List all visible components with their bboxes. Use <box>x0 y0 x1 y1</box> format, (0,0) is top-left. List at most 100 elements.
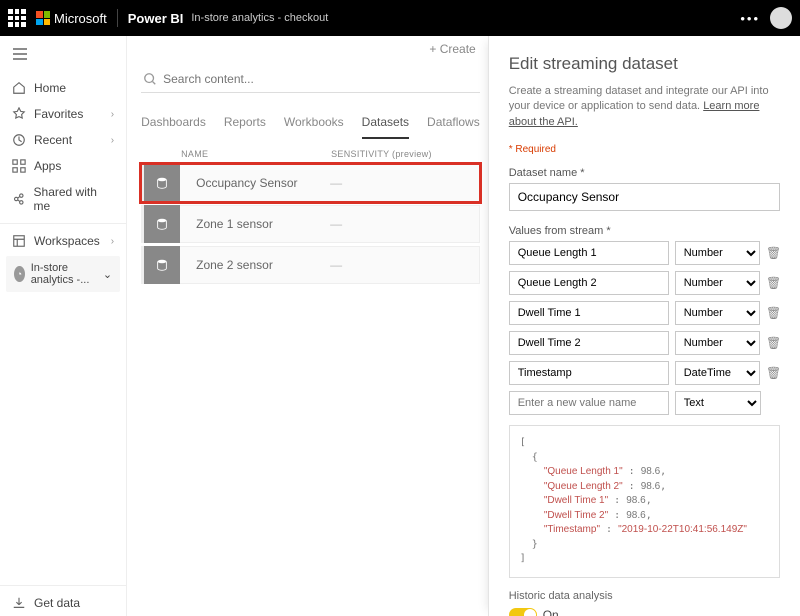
nav-label: Get data <box>34 596 80 610</box>
edit-dataset-panel: Edit streaming dataset Create a streamin… <box>488 36 800 616</box>
chevron-right-icon: › <box>111 109 114 120</box>
panel-description: Create a streaming dataset and integrate… <box>509 84 780 130</box>
divider <box>117 9 118 27</box>
more-icon[interactable]: ••• <box>730 11 770 26</box>
topbar: Microsoft Power BI In-store analytics - … <box>0 0 800 36</box>
field-name-input[interactable] <box>509 301 669 325</box>
row-name: Occupancy Sensor <box>180 176 330 190</box>
tab-workbooks[interactable]: Workbooks <box>284 111 344 139</box>
col-sensitivity: SENSITIVITY (preview) <box>331 149 432 159</box>
workspace-name: In-store analytics -... <box>31 262 97 286</box>
tab-dataflows[interactable]: Dataflows <box>427 111 480 139</box>
field-name-input[interactable] <box>509 361 669 385</box>
left-nav: Home Favorites › Recent › Apps Shared with… <box>0 36 127 616</box>
star-icon <box>12 107 26 121</box>
workspaces-icon <box>12 234 26 248</box>
search-box[interactable] <box>141 68 480 93</box>
nav-recent[interactable]: Recent › <box>0 127 126 153</box>
nav-label: Recent <box>34 133 72 147</box>
dataset-name-label: Dataset name * <box>509 167 780 179</box>
delete-field-icon[interactable]: 🗑 <box>766 366 780 380</box>
nav-home[interactable]: Home <box>0 75 126 101</box>
table-row[interactable]: Occupancy Sensor — <box>141 164 480 202</box>
hamburger-icon[interactable] <box>0 36 126 75</box>
nav-get-data[interactable]: Get data <box>0 590 126 616</box>
table-row[interactable]: Zone 2 sensor — <box>141 246 480 284</box>
field-type-select[interactable]: Number <box>675 301 760 325</box>
table-row[interactable]: Zone 1 sensor — <box>141 205 480 243</box>
field-name-input[interactable] <box>509 271 669 295</box>
delete-field-icon[interactable]: 🗑 <box>766 306 780 320</box>
toggle-switch[interactable] <box>509 608 537 616</box>
nav-label: Favorites <box>34 107 83 121</box>
field-row: Number 🗑 <box>509 301 780 325</box>
row-name: Zone 2 sensor <box>180 258 330 272</box>
nav-label: Workspaces <box>34 234 100 248</box>
table-header: NAME SENSITIVITY (preview) <box>141 139 488 161</box>
create-button[interactable]: + Create <box>429 42 475 56</box>
share-icon <box>12 192 26 206</box>
field-name-input[interactable] <box>509 331 669 355</box>
row-sensitivity: — <box>330 258 342 272</box>
panel-title: Edit streaming dataset <box>509 54 780 74</box>
chevron-down-icon: ⌄ <box>103 268 112 281</box>
new-field-name-input[interactable] <box>509 391 669 415</box>
tab-reports[interactable]: Reports <box>224 111 266 139</box>
dataset-icon <box>144 205 180 243</box>
new-field-type-select[interactable]: Text <box>675 391 761 415</box>
app-launcher-icon[interactable] <box>8 9 26 27</box>
chevron-right-icon: › <box>111 135 114 146</box>
home-icon <box>12 81 26 95</box>
row-sensitivity: — <box>330 217 342 231</box>
nav-label: Shared with me <box>34 185 115 213</box>
workspace-icon: ◔ <box>14 266 25 282</box>
delete-field-icon[interactable]: 🗑 <box>766 246 780 260</box>
nav-label: Apps <box>34 159 61 173</box>
tab-dashboards[interactable]: Dashboards <box>141 111 206 139</box>
col-name: NAME <box>181 149 331 159</box>
microsoft-label: Microsoft <box>54 11 107 26</box>
historic-label: Historic data analysis <box>509 590 780 602</box>
field-name-input[interactable] <box>509 241 669 265</box>
field-type-select[interactable]: Number <box>675 331 760 355</box>
toggle-state: On <box>543 608 559 616</box>
row-sensitivity: — <box>330 176 342 190</box>
dataset-icon <box>144 164 180 202</box>
historic-toggle[interactable]: On <box>509 608 780 616</box>
current-workspace[interactable]: ◔ In-store analytics -... ⌄ <box>6 256 120 292</box>
nav-workspaces[interactable]: Workspaces › <box>0 228 126 254</box>
brand-label: Power BI <box>128 11 184 26</box>
field-row: Number 🗑 <box>509 241 780 265</box>
new-field-row: Text <box>509 391 780 415</box>
field-type-select[interactable]: Number <box>675 241 760 265</box>
field-row: DateTime 🗑 <box>509 361 780 385</box>
field-type-select[interactable]: Number <box>675 271 760 295</box>
delete-field-icon[interactable]: 🗑 <box>766 336 780 350</box>
download-icon <box>12 596 26 610</box>
nav-favorites[interactable]: Favorites › <box>0 101 126 127</box>
chevron-right-icon: › <box>111 236 114 247</box>
sample-payload: [ { "Queue Length 1" : 98.6, "Queue Leng… <box>509 425 780 578</box>
nav-apps[interactable]: Apps <box>0 153 126 179</box>
field-row: Number 🗑 <box>509 331 780 355</box>
dataset-name-input[interactable] <box>509 183 780 211</box>
nav-shared[interactable]: Shared with me <box>0 179 126 219</box>
field-type-select[interactable]: DateTime <box>675 361 760 385</box>
row-name: Zone 1 sensor <box>180 217 330 231</box>
delete-field-icon[interactable]: 🗑 <box>766 276 780 290</box>
nav-label: Home <box>34 81 66 95</box>
dataset-icon <box>144 246 180 284</box>
tab-datasets[interactable]: Datasets <box>362 111 409 139</box>
required-note: * Required <box>509 144 780 155</box>
clock-icon <box>12 133 26 147</box>
apps-icon <box>12 159 26 173</box>
search-icon <box>143 72 157 86</box>
search-input[interactable] <box>163 72 478 86</box>
field-row: Number 🗑 <box>509 271 780 295</box>
microsoft-logo: Microsoft <box>36 11 107 26</box>
content-area: + Create Dashboards Reports Workbooks Da… <box>127 36 488 616</box>
values-label: Values from stream * <box>509 225 780 237</box>
content-tabs: Dashboards Reports Workbooks Datasets Da… <box>141 111 480 139</box>
workspace-subtitle: In-store analytics - checkout <box>191 12 328 24</box>
avatar[interactable] <box>770 7 792 29</box>
